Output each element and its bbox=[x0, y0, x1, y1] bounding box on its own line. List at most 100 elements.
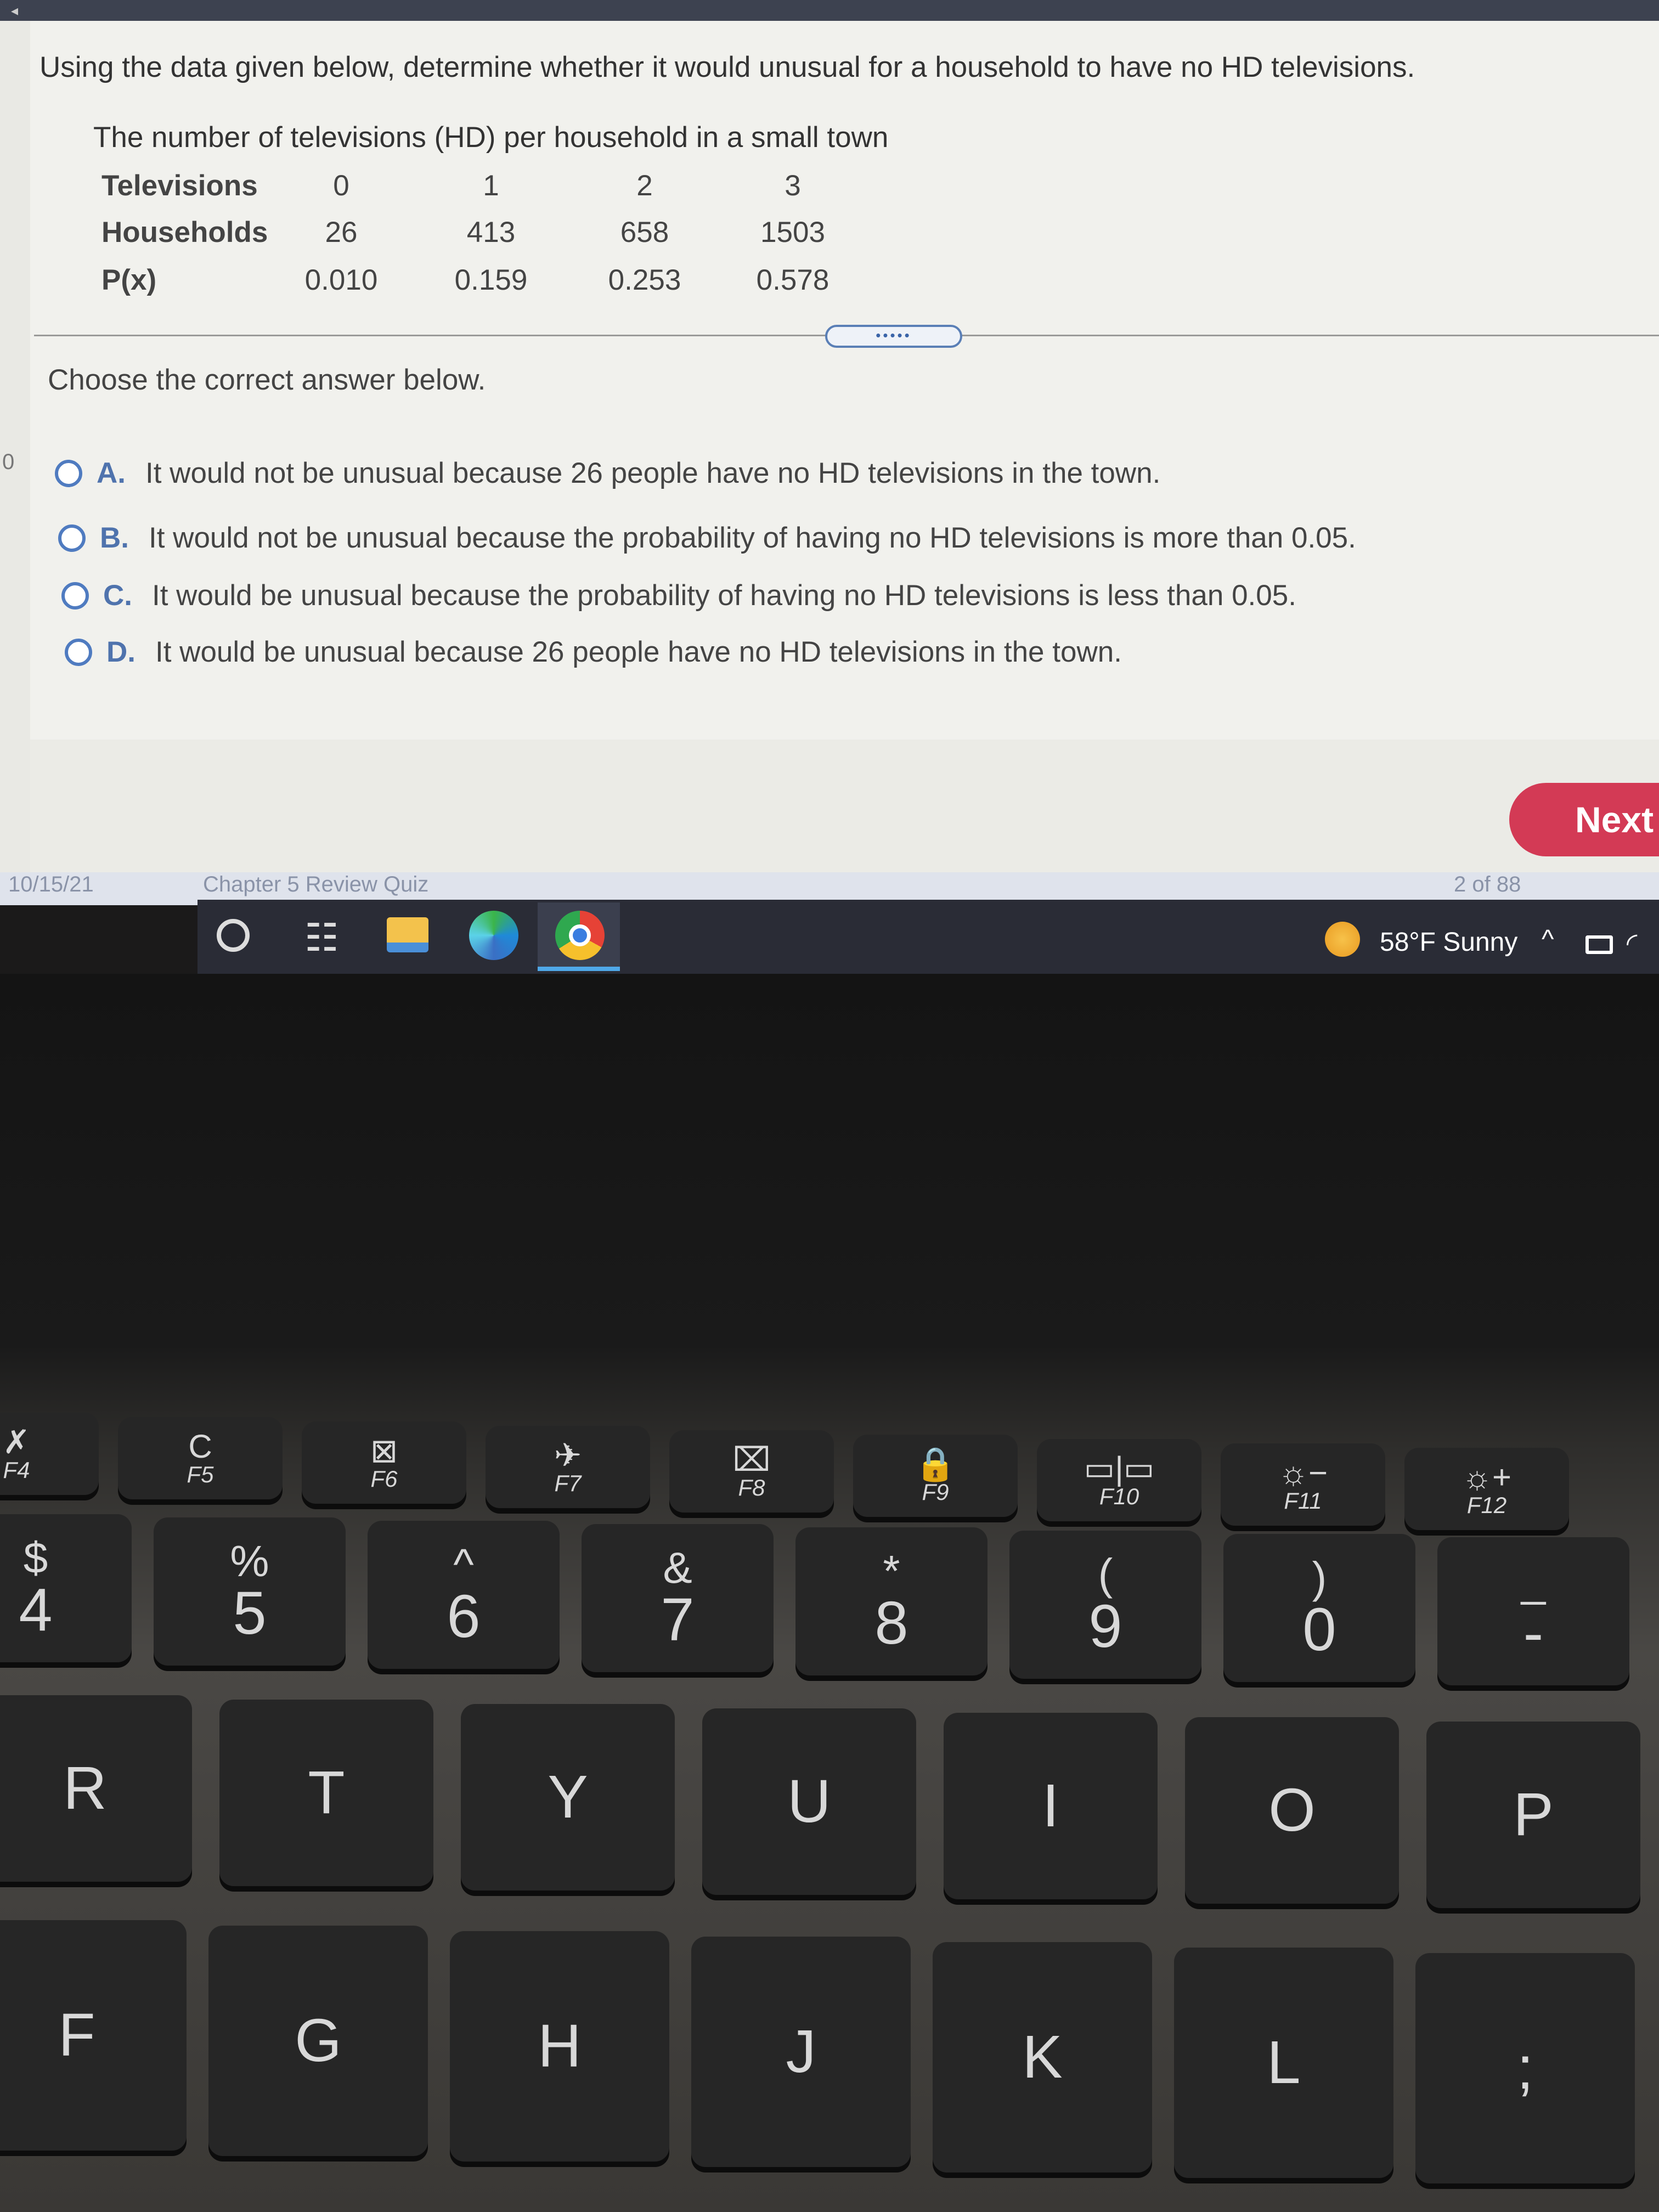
chrome-icon[interactable] bbox=[555, 911, 605, 960]
function-key[interactable]: ⌧ F8 bbox=[669, 1430, 834, 1513]
key-shift-symbol: * bbox=[883, 1547, 900, 1595]
answer-option[interactable]: C. It would be unusual because the probab… bbox=[61, 579, 1296, 612]
key-main-symbol: 7 bbox=[661, 1586, 695, 1654]
function-key-label: F6 bbox=[370, 1466, 398, 1492]
function-key[interactable]: ☼+ F12 bbox=[1404, 1448, 1569, 1530]
edge-icon[interactable] bbox=[469, 911, 518, 960]
table-cell: 0.159 bbox=[454, 264, 528, 296]
search-icon[interactable] bbox=[217, 919, 250, 952]
number-key[interactable]: & 7 bbox=[582, 1524, 774, 1672]
number-key[interactable]: * 8 bbox=[795, 1527, 988, 1675]
row-label: Televisions bbox=[101, 170, 258, 202]
number-key[interactable]: ^ 6 bbox=[368, 1521, 560, 1669]
battery-icon[interactable] bbox=[1585, 935, 1613, 954]
function-key-icon: 🔒 bbox=[915, 1446, 956, 1482]
function-key-icon: ▭|▭ bbox=[1084, 1450, 1155, 1487]
key-shift-symbol: _ bbox=[1521, 1556, 1546, 1605]
letter-key[interactable]: I bbox=[944, 1713, 1158, 1899]
function-key-label: F8 bbox=[738, 1475, 765, 1500]
expand-handle[interactable]: ••••• bbox=[825, 325, 962, 348]
function-key[interactable]: ☼− F11 bbox=[1221, 1443, 1385, 1526]
radio-button[interactable] bbox=[61, 582, 89, 610]
letter-key[interactable]: ; bbox=[1415, 1953, 1635, 2183]
function-key-label: F7 bbox=[554, 1470, 582, 1496]
file-explorer-icon[interactable] bbox=[387, 917, 428, 952]
table-cell: 26 bbox=[325, 216, 358, 249]
letter-key[interactable]: F bbox=[0, 1920, 187, 2151]
function-key[interactable]: C F5 bbox=[118, 1417, 283, 1499]
key-main-symbol: 5 bbox=[233, 1579, 267, 1647]
number-key[interactable]: ) 0 bbox=[1223, 1534, 1415, 1682]
number-key[interactable]: _ - bbox=[1437, 1537, 1629, 1685]
key-main-symbol: 4 bbox=[19, 1576, 53, 1644]
function-key-icon: ☼+ bbox=[1462, 1459, 1512, 1496]
function-key-label: F11 bbox=[1284, 1488, 1322, 1514]
function-key-icon: ⊠ bbox=[370, 1432, 398, 1469]
answer-option[interactable]: B. It would not be unusual because the pr… bbox=[58, 521, 1356, 555]
key-main-symbol: - bbox=[1523, 1599, 1544, 1667]
function-key[interactable]: ⊠ F6 bbox=[302, 1421, 466, 1504]
letter-key[interactable]: R bbox=[0, 1695, 192, 1882]
function-key[interactable]: ✈ F7 bbox=[486, 1426, 650, 1508]
bg-tab-title[interactable]: Chapter 5 Review Quiz bbox=[203, 872, 428, 897]
back-arrow-icon[interactable]: ◂ bbox=[11, 2, 33, 19]
letter-key[interactable]: L bbox=[1174, 1948, 1393, 2178]
letter-key[interactable]: J bbox=[691, 1937, 911, 2167]
radio-button[interactable] bbox=[65, 638, 92, 666]
answer-option[interactable]: A. It would not be unusual because 26 peo… bbox=[55, 456, 1160, 490]
table-cell: 3 bbox=[785, 170, 801, 202]
number-key[interactable]: (9 bbox=[1009, 1531, 1201, 1679]
function-key-label: F4 bbox=[3, 1457, 30, 1483]
table-cell: 0 bbox=[333, 170, 349, 202]
answer-option[interactable]: D. It would be unusual because 26 people … bbox=[65, 635, 1122, 669]
footer-area bbox=[30, 740, 1659, 889]
radio-button[interactable] bbox=[58, 524, 86, 552]
function-key[interactable]: ✗ F4 bbox=[0, 1413, 99, 1495]
option-text: It would not be unusual because 26 peopl… bbox=[145, 457, 1161, 489]
function-key-icon: ☼− bbox=[1278, 1454, 1328, 1491]
option-text: It would not be unusual because the prob… bbox=[149, 522, 1356, 554]
function-key-icon: ✈ bbox=[554, 1437, 582, 1474]
option-letter: D. bbox=[106, 636, 136, 668]
question-text: Using the data given below, determine wh… bbox=[40, 51, 1415, 83]
weather-text[interactable]: 58°F Sunny bbox=[1380, 927, 1517, 957]
table-cell: 413 bbox=[466, 216, 516, 249]
monitor-screen: ◂ Using the data given below, determine … bbox=[0, 0, 1659, 905]
letter-key[interactable]: P bbox=[1426, 1722, 1640, 1908]
function-key[interactable]: 🔒 F9 bbox=[853, 1435, 1018, 1517]
chevron-up-icon[interactable]: ^ bbox=[1542, 924, 1554, 955]
function-key[interactable]: ▭|▭ F10 bbox=[1037, 1439, 1201, 1521]
number-key[interactable]: % 5 bbox=[154, 1517, 346, 1666]
row-label: P(x) bbox=[101, 264, 157, 296]
table-cell: 0.578 bbox=[756, 264, 830, 296]
key-shift-symbol: ( bbox=[1098, 1550, 1113, 1599]
key-main-symbol: 9 bbox=[1088, 1593, 1122, 1660]
task-view-icon[interactable]: ☷ bbox=[304, 915, 339, 960]
letter-key[interactable]: H bbox=[450, 1931, 669, 2162]
radio-button[interactable] bbox=[55, 459, 82, 487]
key-main-symbol: 8 bbox=[874, 1589, 909, 1657]
next-button[interactable]: Next bbox=[1509, 783, 1659, 856]
letter-key[interactable]: U bbox=[702, 1708, 916, 1895]
key-shift-symbol: & bbox=[663, 1543, 692, 1592]
option-text: It would be unusual because 26 people ha… bbox=[155, 636, 1122, 668]
wifi-icon[interactable]: ◜ bbox=[1627, 927, 1637, 959]
table-cell: 1503 bbox=[760, 216, 825, 249]
number-key[interactable]: $4 bbox=[0, 1514, 132, 1662]
table-cell: 658 bbox=[620, 216, 669, 249]
function-key-label: F12 bbox=[1466, 1492, 1507, 1518]
letter-key[interactable]: K bbox=[933, 1942, 1152, 2172]
letter-key[interactable]: Y bbox=[461, 1704, 675, 1891]
table-cell: 0.010 bbox=[304, 264, 378, 296]
key-main-symbol: 6 bbox=[447, 1583, 481, 1650]
table-cell: 1 bbox=[483, 170, 499, 202]
instruction-text: Choose the correct answer below. bbox=[48, 364, 486, 396]
letter-key[interactable]: T bbox=[219, 1700, 433, 1886]
key-main-symbol: 0 bbox=[1302, 1596, 1336, 1663]
table-title: The number of televisions (HD) per house… bbox=[93, 121, 889, 154]
letter-key[interactable]: O bbox=[1185, 1717, 1399, 1904]
bg-date: 10/15/21 bbox=[8, 872, 94, 896]
weather-sun-icon[interactable] bbox=[1325, 922, 1360, 957]
key-shift-symbol: $ bbox=[23, 1533, 48, 1582]
letter-key[interactable]: G bbox=[208, 1926, 428, 2156]
